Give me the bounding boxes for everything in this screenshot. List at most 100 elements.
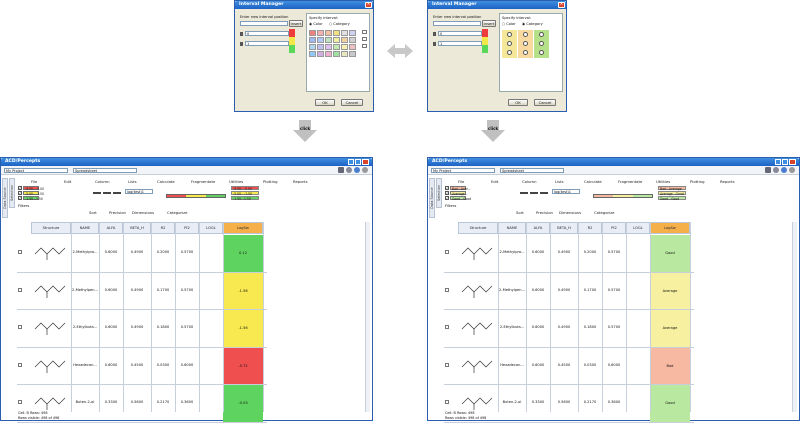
menu-lists[interactable]: Lists bbox=[128, 179, 137, 184]
interval-field-2[interactable]: 1 bbox=[245, 41, 289, 46]
column-header[interactable]: Structure bbox=[31, 222, 71, 234]
cell-r2[interactable]: 0.1800 bbox=[578, 325, 602, 329]
menu-fragmentate[interactable]: Fragmentate bbox=[191, 179, 215, 184]
color-swatch[interactable] bbox=[349, 51, 356, 57]
row-checkbox[interactable] bbox=[445, 362, 449, 367]
gear-icon[interactable] bbox=[346, 167, 352, 173]
cell-logsw[interactable]: Bad bbox=[650, 347, 690, 384]
info-icon[interactable] bbox=[362, 167, 368, 173]
category-radio-option[interactable] bbox=[539, 50, 544, 55]
grid-icon[interactable] bbox=[362, 44, 367, 48]
menu-calculate[interactable]: Calculate bbox=[584, 179, 602, 184]
cell-r2[interactable]: 0.2170 bbox=[578, 400, 602, 404]
row-checkbox[interactable] bbox=[18, 287, 22, 292]
cell-logsw[interactable]: Good bbox=[650, 385, 690, 422]
insert-button[interactable]: Insert bbox=[482, 20, 496, 27]
cell-alfa[interactable]: 0.6000 bbox=[526, 288, 550, 292]
row-checkbox[interactable] bbox=[18, 250, 22, 254]
color-swatch[interactable] bbox=[341, 30, 348, 36]
column-header[interactable]: PI2 bbox=[602, 222, 626, 234]
filters-label[interactable]: Filters bbox=[18, 203, 29, 208]
cell-beta[interactable]: 0.5600 bbox=[550, 400, 578, 404]
category-radio-option[interactable] bbox=[523, 41, 528, 46]
row-checkbox[interactable] bbox=[18, 362, 22, 367]
cell-r2[interactable]: 0.1700 bbox=[151, 288, 175, 292]
cell-beta[interactable]: 0.4900 bbox=[123, 288, 151, 292]
menu-utilities[interactable]: Utilities bbox=[229, 179, 243, 184]
cell-alfa[interactable]: 0.3300 bbox=[526, 400, 550, 404]
subtoolbar-categorize[interactable]: Categorize bbox=[167, 210, 187, 215]
cell-r2[interactable]: 0.2170 bbox=[151, 400, 175, 404]
cell-pi2[interactable]: 0.5700 bbox=[175, 250, 199, 254]
color-swatch[interactable] bbox=[349, 44, 356, 50]
cell-name[interactable]: 2-Methylpro... bbox=[498, 250, 526, 254]
color-swatch[interactable] bbox=[349, 37, 356, 43]
insert-button[interactable]: Insert bbox=[289, 20, 303, 27]
vertical-scrollbar[interactable] bbox=[365, 222, 370, 412]
subtoolbar-sort[interactable]: Sort bbox=[89, 210, 97, 215]
menu-file[interactable]: File bbox=[458, 179, 464, 184]
close-icon[interactable]: × bbox=[558, 2, 565, 8]
color-swatch[interactable] bbox=[317, 44, 324, 50]
menu-utilities[interactable]: Utilities bbox=[656, 179, 670, 184]
color-swatch[interactable] bbox=[325, 30, 332, 36]
cell-r2[interactable]: 0.0300 bbox=[151, 363, 175, 367]
log-combo[interactable]: log(test)1 bbox=[125, 189, 153, 194]
color-radio[interactable]: ◉ Color bbox=[309, 22, 323, 26]
legend-checkbox[interactable]: ✓ bbox=[18, 196, 22, 200]
legend-checkbox[interactable]: ✓ bbox=[18, 191, 22, 195]
minimize-icon[interactable] bbox=[348, 159, 354, 165]
category-radio[interactable]: ◉ Category bbox=[522, 22, 543, 26]
menu-edit[interactable]: Edit bbox=[64, 179, 71, 184]
data-source-tab[interactable]: Data Source bbox=[2, 178, 8, 218]
cell-pi2[interactable]: 0.5700 bbox=[175, 325, 199, 329]
cell-name[interactable]: 2-Methylpen... bbox=[498, 288, 526, 292]
cell-logsw[interactable]: -1.56 bbox=[223, 310, 263, 347]
row-checkbox[interactable] bbox=[445, 250, 449, 254]
toolbar-icons[interactable] bbox=[338, 167, 368, 173]
cell-pi2[interactable]: 0.6000 bbox=[175, 363, 199, 367]
cell-logsw[interactable]: -0.03 bbox=[223, 385, 263, 422]
project-combo[interactable]: My Project bbox=[4, 168, 68, 173]
category-radio-option[interactable] bbox=[523, 50, 528, 55]
cell-pi2[interactable]: 0.3600 bbox=[175, 400, 199, 404]
color-swatch[interactable] bbox=[317, 30, 324, 36]
position-input[interactable] bbox=[433, 21, 481, 26]
chart-icon[interactable] bbox=[93, 187, 101, 194]
cell-alfa[interactable]: 0.3300 bbox=[99, 400, 123, 404]
category-radio-option[interactable] bbox=[539, 41, 544, 46]
color-swatch[interactable] bbox=[333, 51, 340, 57]
toolbar-icons[interactable] bbox=[765, 167, 795, 173]
cell-beta[interactable]: 0.4500 bbox=[550, 363, 578, 367]
close-icon[interactable] bbox=[362, 159, 369, 165]
chart-icon[interactable] bbox=[103, 187, 111, 194]
column-header[interactable]: PI2 bbox=[175, 222, 199, 234]
cell-name[interactable]: Buten-2-ol bbox=[498, 400, 526, 404]
chart-icon[interactable] bbox=[540, 187, 548, 194]
vertical-scrollbar[interactable] bbox=[792, 222, 797, 412]
color-swatch[interactable] bbox=[333, 37, 340, 43]
color-swatch[interactable] bbox=[341, 44, 348, 50]
grid-icon[interactable] bbox=[362, 37, 367, 41]
menu-plotting[interactable]: Plotting bbox=[690, 179, 705, 184]
cell-alfa[interactable]: 0.6000 bbox=[526, 250, 550, 254]
grid-icon[interactable] bbox=[362, 30, 367, 34]
menu-column[interactable]: Column bbox=[522, 179, 537, 184]
color-swatch[interactable] bbox=[325, 51, 332, 57]
project-combo[interactable]: My Project bbox=[431, 168, 495, 173]
category-radio-option[interactable] bbox=[523, 32, 528, 37]
column-header[interactable]: NAME bbox=[71, 222, 99, 234]
cell-logsw[interactable]: 0.12 bbox=[223, 235, 263, 272]
subtoolbar-dimensions[interactable]: Dimensions bbox=[559, 210, 581, 215]
interval-field-2[interactable]: 1 bbox=[438, 41, 482, 46]
cell-pi2[interactable]: 0.6000 bbox=[602, 363, 626, 367]
column-header[interactable]: ALFA bbox=[526, 222, 550, 234]
ok-button[interactable]: OK bbox=[315, 99, 335, 106]
subtoolbar-precision[interactable]: Precision bbox=[536, 210, 553, 215]
close-icon[interactable] bbox=[789, 159, 796, 165]
printer-icon[interactable] bbox=[765, 167, 771, 173]
maximize-icon[interactable] bbox=[782, 159, 788, 165]
cell-r2[interactable]: 0.2000 bbox=[578, 250, 602, 254]
cell-alfa[interactable]: 0.6000 bbox=[99, 363, 123, 367]
legend-checkbox[interactable]: ✓ bbox=[445, 186, 449, 190]
